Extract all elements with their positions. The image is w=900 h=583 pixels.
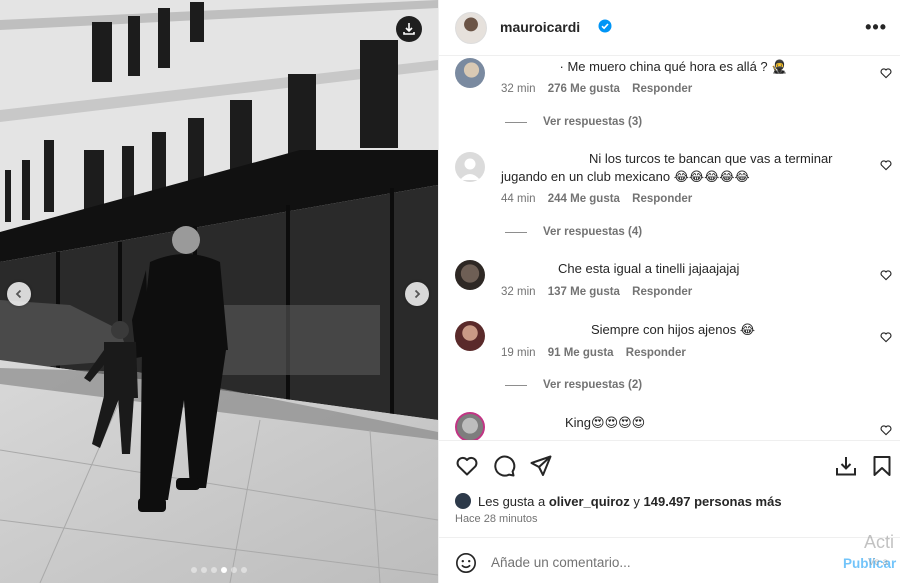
default-user-icon <box>460 158 480 180</box>
chevron-right-icon <box>414 289 421 299</box>
view-replies-button[interactable]: Ver respuestas (3) <box>505 116 642 128</box>
carousel-dot-active <box>221 567 227 573</box>
comment-like-icon[interactable] <box>880 159 892 171</box>
comment-meta: 32 min 137 Me gusta Responder <box>501 286 701 298</box>
comment-text: Che esta igual a tinelli jajaajajaj <box>558 261 740 276</box>
view-replies-label[interactable]: Ver respuestas (3) <box>543 116 642 128</box>
replies-divider <box>505 121 527 123</box>
comment-text: Siempre con hijos ajenos 😂 <box>591 322 756 337</box>
view-replies-button[interactable]: Ver respuestas (2) <box>505 379 642 391</box>
likes-count[interactable]: 149.497 personas más <box>644 494 782 509</box>
reply-button[interactable]: Responder <box>632 193 692 205</box>
commenter-avatar[interactable] <box>455 321 485 351</box>
activation-watermark-sub: Ve a <box>868 557 889 568</box>
carousel-dot <box>211 567 217 573</box>
carousel-prev-button[interactable] <box>7 282 31 306</box>
view-replies-label[interactable]: Ver respuestas (4) <box>543 226 642 238</box>
comment-likes[interactable]: 91 Me gusta <box>548 347 614 359</box>
comment-like-icon[interactable] <box>880 269 892 281</box>
post-header: mauroicardi ••• <box>439 0 900 56</box>
carousel-dot <box>191 567 197 573</box>
comment-icon[interactable] <box>492 454 516 478</box>
comment-text: King😍😍😍😍 <box>565 415 646 430</box>
reply-button[interactable]: Responder <box>632 286 692 298</box>
download-icon[interactable] <box>834 454 858 478</box>
activation-watermark: Acti <box>864 532 895 552</box>
comment-time: 32 min <box>501 286 536 298</box>
comment-likes[interactable]: 137 Me gusta <box>548 286 620 298</box>
author-username[interactable]: mauroicardi <box>500 19 580 35</box>
replies-divider <box>505 231 527 233</box>
likes-connector: y <box>633 493 640 509</box>
carousel-dot <box>201 567 207 573</box>
comment-text: · Me muero china qué hora es allá ? 🥷 <box>559 59 788 74</box>
comment-likes[interactable]: 244 Me gusta <box>548 193 620 205</box>
view-replies-label[interactable]: Ver respuestas (2) <box>543 379 642 391</box>
comment-time: 32 min <box>501 83 536 95</box>
comment-meta: 44 min 244 Me gusta Responder <box>501 193 701 205</box>
comment-like-icon[interactable] <box>880 424 892 436</box>
more-options-button[interactable]: ••• <box>865 18 887 36</box>
commenter-avatar[interactable] <box>455 260 485 290</box>
comment-text: Ni los turcos te bancan que vas a termin… <box>501 150 846 186</box>
comment-likes[interactable]: 276 Me gusta <box>548 83 620 95</box>
replies-divider <box>505 384 527 386</box>
post-actions-bar <box>439 440 900 488</box>
comments-list[interactable]: · Me muero china qué hora es allá ? 🥷 32… <box>439 56 900 440</box>
heart-icon[interactable] <box>455 454 479 478</box>
comment-meta: 32 min 276 Me gusta Responder <box>501 83 701 95</box>
commenter-avatar[interactable] <box>455 152 485 182</box>
download-icon <box>403 23 415 35</box>
carousel-indicator <box>0 567 438 573</box>
chevron-left-icon <box>15 289 22 299</box>
bookmark-icon[interactable] <box>870 454 894 478</box>
comment-input[interactable] <box>491 550 821 574</box>
add-comment-bar: Publicar <box>439 537 900 583</box>
post-details-panel: mauroicardi ••• · Me muero china qué hor… <box>438 0 900 583</box>
liker-avatar[interactable] <box>455 493 471 509</box>
comment-like-icon[interactable] <box>880 331 892 343</box>
comment-text-line: Ni los turcos te bancan que vas a termin… <box>589 151 833 166</box>
comment-time: 44 min <box>501 193 536 205</box>
emoji-icon[interactable] <box>455 552 477 574</box>
verified-badge-icon <box>598 19 612 33</box>
liker-username[interactable]: oliver_quiroz <box>549 494 630 509</box>
post-image <box>0 0 438 583</box>
carousel-dot <box>241 567 247 573</box>
likes-prefix: Les gusta a <box>478 493 546 509</box>
comment-text-line: jugando en un club mexicano 😂😂😂😂😂 <box>501 169 750 184</box>
carousel-next-button[interactable] <box>405 282 429 306</box>
comment-like-icon[interactable] <box>880 67 892 79</box>
author-avatar[interactable] <box>455 12 487 44</box>
carousel-dot <box>231 567 237 573</box>
comment-time: 19 min <box>501 347 536 359</box>
reply-button[interactable]: Responder <box>632 83 692 95</box>
post-photo[interactable] <box>0 0 438 583</box>
likes-summary: Les gusta a oliver_quiroz y 149.497 pers… <box>455 491 782 511</box>
share-icon[interactable] <box>529 454 553 478</box>
commenter-avatar[interactable] <box>455 58 485 88</box>
reply-button[interactable]: Responder <box>626 347 686 359</box>
commenter-avatar-story[interactable] <box>455 412 485 440</box>
post-timestamp[interactable]: Hace 28 minutos <box>455 513 538 525</box>
comment-meta: 19 min 91 Me gusta Responder <box>501 347 695 359</box>
download-button[interactable] <box>396 16 422 42</box>
view-replies-button[interactable]: Ver respuestas (4) <box>505 226 642 238</box>
